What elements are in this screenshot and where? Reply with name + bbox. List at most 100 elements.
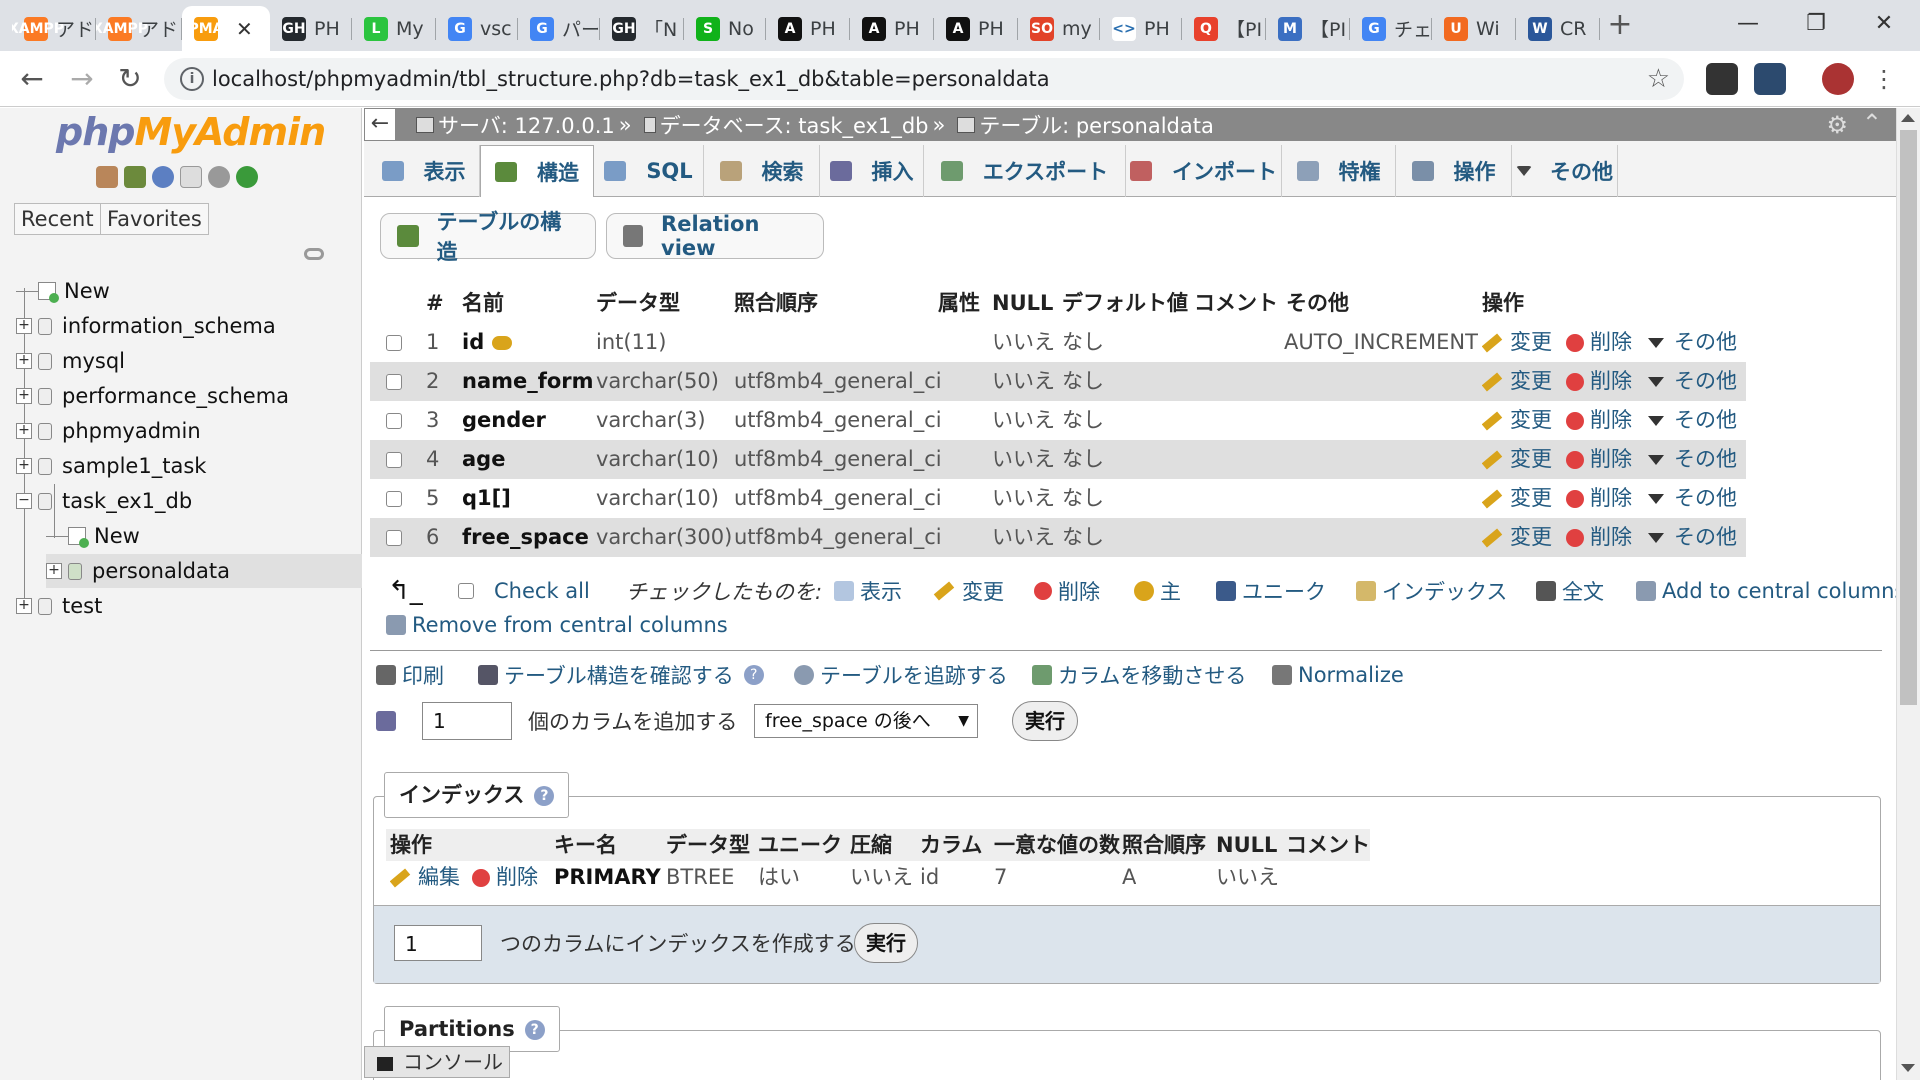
browser-tab[interactable]: G チェ (1350, 6, 1432, 51)
bulk-drop-button[interactable]: 削除 (1034, 576, 1100, 606)
bulk-primary-button[interactable]: 主 (1134, 576, 1181, 606)
tab-more[interactable]: その他 (1512, 145, 1618, 197)
browser-tab[interactable]: XAMPP アド (96, 6, 182, 51)
col-header-default[interactable]: デフォルト値 (1062, 284, 1188, 323)
expand-icon[interactable]: + (16, 318, 32, 334)
settings-gear-icon[interactable]: ⚙ (1826, 111, 1848, 139)
col-header-attributes[interactable]: 属性 (938, 284, 980, 323)
row-checkbox[interactable] (386, 530, 402, 546)
browser-tab[interactable]: A PH (934, 6, 1018, 51)
browser-tab[interactable]: SO my (1018, 6, 1100, 51)
drop-column-link[interactable]: 削除 (1566, 440, 1632, 479)
browser-tab[interactable]: M 【PI (1266, 6, 1350, 51)
more-actions-dropdown[interactable]: その他 (1648, 479, 1737, 518)
tab-sql[interactable]: SQL (594, 145, 704, 197)
expand-icon[interactable]: + (16, 388, 32, 404)
help-icon[interactable]: ? (534, 786, 555, 806)
tree-item[interactable]: + sample1_task (16, 449, 206, 483)
bookmark-star-icon[interactable]: ☆ (1647, 64, 1670, 94)
favorites-tab[interactable]: Favorites (100, 203, 209, 235)
row-checkbox[interactable] (386, 335, 402, 351)
tree-item-label[interactable]: test (62, 594, 102, 618)
reload-icon[interactable]: ↻ (110, 59, 150, 99)
row-checkbox[interactable] (386, 413, 402, 429)
bulk-browse-button[interactable]: 表示 (834, 576, 902, 606)
collapse-nav-arrow-icon[interactable]: ← (364, 108, 396, 141)
col-header-comment[interactable]: コメント (1194, 284, 1278, 323)
tree-item[interactable]: + personaldata (46, 554, 362, 588)
console-toggle[interactable]: コンソール (364, 1046, 510, 1078)
breadcrumb-database[interactable]: データベース: task_ex1_db (660, 110, 929, 140)
relation-view-subtab[interactable]: Relation view (606, 212, 824, 260)
browser-tab[interactable]: A PH (850, 6, 934, 51)
breadcrumb-server[interactable]: サーバ: 127.0.0.1 (438, 110, 615, 140)
tree-item[interactable]: + mysql (16, 344, 125, 378)
col-header-type[interactable]: データ型 (596, 284, 680, 323)
breadcrumb-table[interactable]: テーブル: personaldata (979, 110, 1213, 140)
bulk-change-button[interactable]: 変更 (933, 576, 1004, 606)
browser-tab[interactable]: G パー (518, 6, 600, 51)
col-header-name[interactable]: 名前 (462, 284, 504, 323)
tab-privileges[interactable]: 特権 (1282, 145, 1396, 197)
tree-item-label[interactable]: New (64, 279, 110, 303)
drop-column-link[interactable]: 削除 (1566, 479, 1632, 518)
change-column-link[interactable]: 変更 (1482, 518, 1552, 557)
browser-tab[interactable]: Q 【PI (1182, 6, 1266, 51)
browser-tab[interactable]: PMA ✕ (182, 6, 270, 51)
profile-avatar[interactable] (1822, 63, 1854, 95)
tree-item[interactable]: + test (16, 589, 102, 623)
tree-item-label[interactable]: sample1_task (62, 454, 206, 478)
menu-dots-icon[interactable]: ⋮ (1864, 59, 1904, 99)
phpmyadmin-logo[interactable]: phpMyAdmin (56, 110, 326, 154)
more-actions-dropdown[interactable]: その他 (1648, 518, 1737, 557)
tab-operations[interactable]: 操作 (1396, 145, 1512, 197)
tab-insert[interactable]: 挿入 (820, 145, 924, 197)
expand-icon[interactable]: + (16, 458, 32, 474)
expand-icon[interactable]: + (16, 423, 32, 439)
change-column-link[interactable]: 変更 (1482, 362, 1552, 401)
change-column-link[interactable]: 変更 (1482, 479, 1552, 518)
tree-item[interactable]: New (16, 274, 110, 308)
drop-column-link[interactable]: 削除 (1566, 323, 1632, 362)
browser-tab[interactable]: S No (684, 6, 766, 51)
tree-item[interactable]: New (46, 519, 140, 553)
scroll-up-arrow[interactable] (1901, 114, 1915, 122)
check-all[interactable]: Check all (458, 576, 590, 606)
extension-icon[interactable] (1754, 63, 1786, 95)
address-bar[interactable]: i localhost/phpmyadmin/tbl_structure.php… (164, 58, 1684, 100)
scroll-down-arrow[interactable] (1901, 1064, 1915, 1072)
tree-item-label[interactable]: phpmyadmin (62, 419, 201, 443)
home-icon[interactable] (96, 166, 118, 188)
browser-tab[interactable]: GH 「N (600, 6, 684, 51)
close-window-button[interactable]: ✕ (1864, 6, 1904, 42)
add-column-position-select[interactable]: free_space の後へ ▼ (754, 704, 978, 738)
more-actions-dropdown[interactable]: その他 (1648, 440, 1737, 479)
tab-export[interactable]: エクスポート (924, 145, 1126, 197)
more-actions-dropdown[interactable]: その他 (1648, 323, 1737, 362)
row-checkbox[interactable] (386, 374, 402, 390)
reload-nav-icon[interactable] (236, 166, 258, 188)
collapse-icon[interactable]: − (16, 493, 32, 509)
back-icon[interactable]: ← (12, 59, 52, 99)
bulk-fulltext-button[interactable]: 全文 (1536, 576, 1604, 606)
help-icon[interactable] (152, 166, 174, 188)
site-info-icon[interactable]: i (180, 67, 204, 91)
tree-item-label[interactable]: mysql (62, 349, 125, 373)
create-index-go-button[interactable]: 実行 (854, 923, 918, 963)
tree-item[interactable]: + performance_schema (16, 379, 289, 413)
browser-tab[interactable]: A PH (766, 6, 850, 51)
normalize-button[interactable]: Normalize (1272, 660, 1404, 690)
maximize-button[interactable]: ❐ (1796, 6, 1836, 42)
recent-tab[interactable]: Recent (14, 203, 101, 235)
row-checkbox[interactable] (386, 452, 402, 468)
collapse-icon[interactable]: ⌃ (1862, 109, 1882, 137)
drop-column-link[interactable]: 削除 (1566, 401, 1632, 440)
col-header-collation[interactable]: 照合順序 (734, 284, 818, 323)
browser-tab[interactable]: <> PH (1100, 6, 1182, 51)
change-column-link[interactable]: 変更 (1482, 323, 1552, 362)
tab-import[interactable]: インポート (1126, 145, 1282, 197)
new-tab-button[interactable]: + (1604, 9, 1636, 41)
more-actions-dropdown[interactable]: その他 (1648, 401, 1737, 440)
scrollbar-thumb[interactable] (1900, 130, 1917, 705)
tree-item-label[interactable]: personaldata (92, 559, 230, 583)
